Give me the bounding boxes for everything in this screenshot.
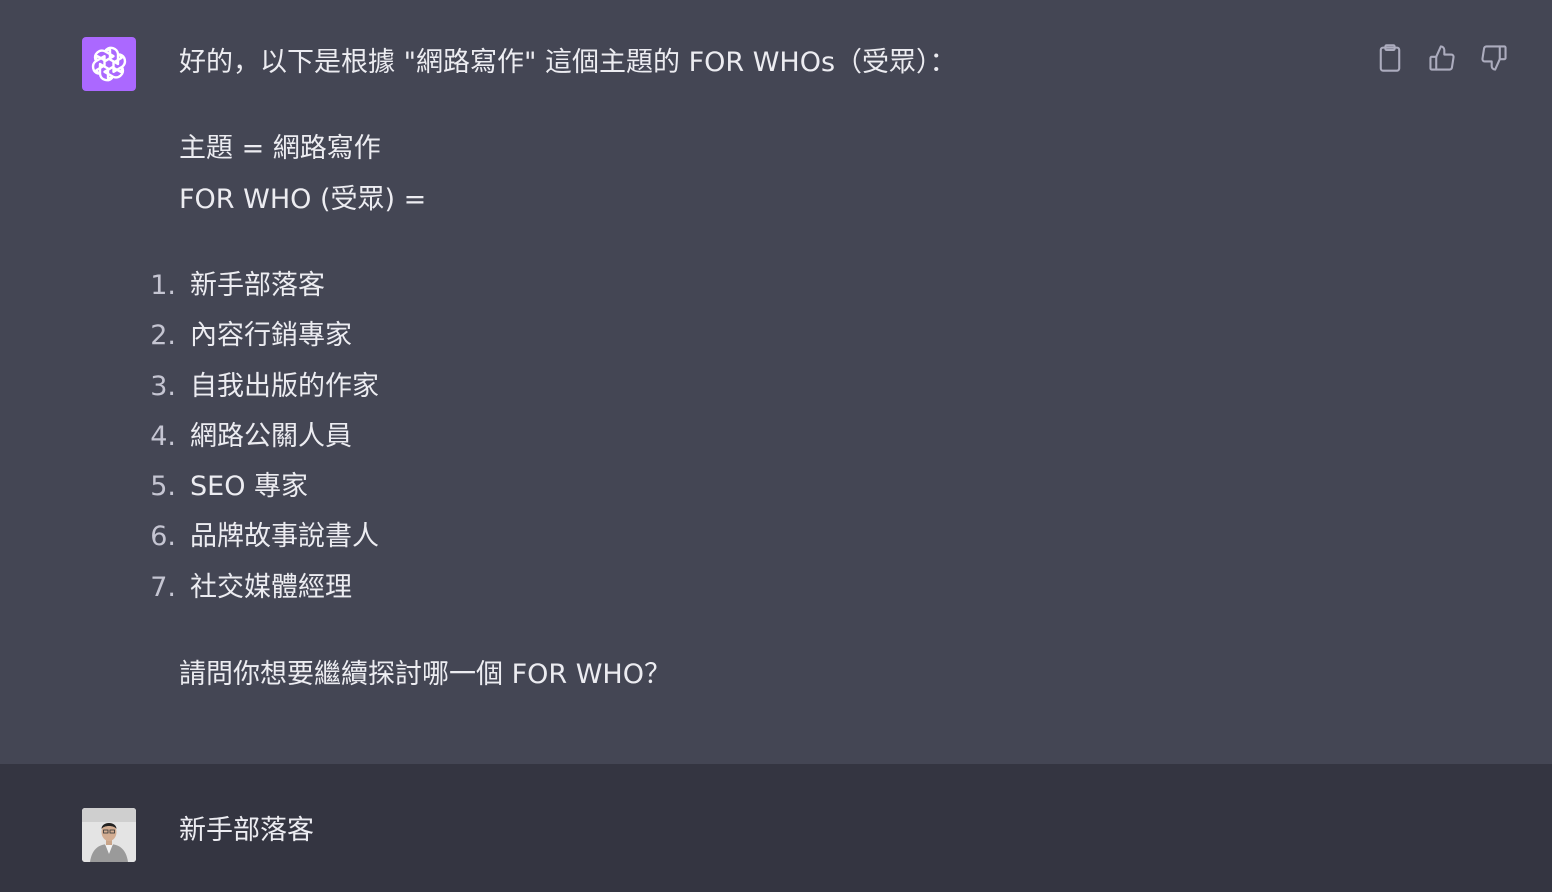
list-item: 4. 網路公關人員 — [140, 417, 379, 467]
thumbs-down-icon[interactable] — [1479, 42, 1509, 74]
user-avatar — [82, 808, 136, 862]
topic-line: 主題 = 網路寫作 — [179, 133, 381, 164]
assistant-question: 請問你想要繼續探討哪一個 FOR WHO？ — [179, 659, 671, 690]
list-number: 2. — [150, 320, 176, 352]
list-item-label: 社交媒體經理 — [190, 571, 352, 603]
list-item-label: SEO 專家 — [190, 471, 309, 503]
list-number: 3. — [150, 370, 176, 402]
clipboard-icon[interactable] — [1375, 42, 1405, 74]
list-item-label: 自我出版的作家 — [190, 370, 379, 402]
openai-logo-icon — [82, 37, 136, 91]
user-message-text: 新手部落客 — [179, 815, 314, 846]
list-item-label: 新手部落客 — [190, 270, 325, 301]
audience-list: 1. 新手部落客 2. 內容行銷專家 3. 自我出版的作家 4. 網路公關人員 5. SE… — [140, 266, 379, 618]
list-item: 2. 內容行銷專家 — [140, 316, 379, 366]
list-item-label: 內容行銷專家 — [190, 320, 352, 352]
list-number: 4. — [150, 420, 176, 452]
message-actions — [1375, 42, 1509, 74]
list-number: 7. — [150, 571, 176, 603]
thumbs-up-icon[interactable] — [1427, 42, 1457, 74]
list-item: 5. SEO 專家 — [140, 467, 379, 517]
assistant-message: 好的，以下是根據 "網路寫作" 這個主題的 FOR WHOs（受眾）： 主題 =… — [0, 0, 1552, 764]
list-item: 1. 新手部落客 — [140, 266, 379, 316]
list-number: 5. — [150, 471, 176, 503]
user-message: 新手部落客 — [0, 764, 1552, 892]
list-number: 6. — [150, 521, 176, 553]
list-item: 7. 社交媒體經理 — [140, 568, 379, 618]
list-number: 1. — [150, 270, 176, 301]
assistant-intro: 好的，以下是根據 "網路寫作" 這個主題的 FOR WHOs（受眾）： — [179, 47, 957, 78]
list-item-label: 品牌故事說書人 — [190, 521, 379, 553]
list-item: 6. 品牌故事說書人 — [140, 517, 379, 567]
forwho-line: FOR WHO (受眾) = — [179, 184, 427, 215]
list-item-label: 網路公關人員 — [190, 420, 352, 452]
list-item: 3. 自我出版的作家 — [140, 367, 379, 417]
